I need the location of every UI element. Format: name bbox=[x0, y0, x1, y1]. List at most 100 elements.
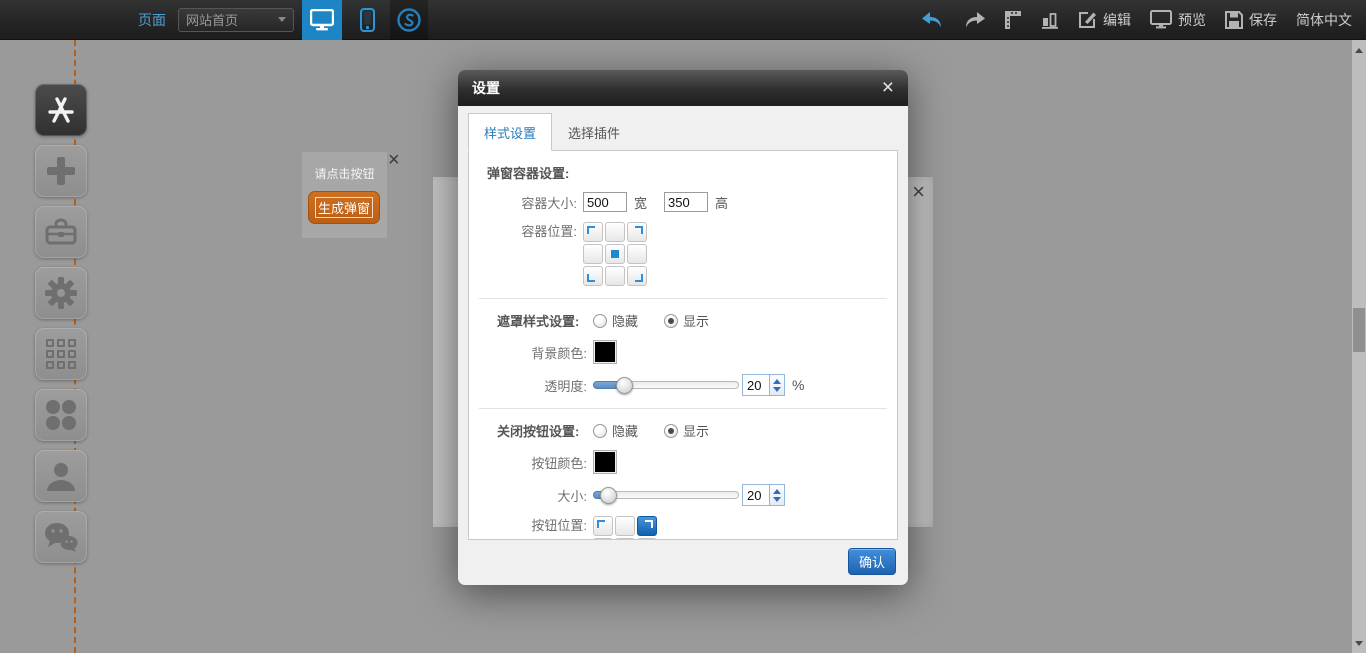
close-btn-size-slider[interactable] bbox=[593, 487, 739, 503]
save-button[interactable]: 保存 bbox=[1225, 10, 1277, 30]
slider-handle[interactable] bbox=[616, 377, 633, 394]
preview-button[interactable]: 预览 bbox=[1150, 10, 1206, 30]
sidebar-item-add[interactable] bbox=[35, 145, 87, 197]
chevron-down-icon bbox=[278, 17, 286, 22]
save-floppy-icon bbox=[1225, 11, 1243, 29]
redo-icon bbox=[963, 12, 985, 28]
position-cell-bottom-right[interactable] bbox=[627, 266, 647, 286]
mask-opacity-slider[interactable] bbox=[593, 377, 739, 393]
bar-chart-icon bbox=[1041, 11, 1059, 29]
mask-hide-radio[interactable]: 隐藏 bbox=[593, 311, 638, 330]
position-cell-top-center[interactable] bbox=[605, 222, 625, 242]
close-btn-size-value[interactable]: 20 bbox=[742, 484, 769, 506]
mask-bg-color-swatch[interactable] bbox=[593, 340, 617, 364]
sidebar-item-components[interactable] bbox=[35, 389, 87, 441]
position-cell-top-left[interactable] bbox=[583, 222, 603, 242]
scroll-up-arrow[interactable] bbox=[1352, 42, 1366, 58]
position-cell-middle-left[interactable] bbox=[583, 244, 603, 264]
triangle-down-icon bbox=[1355, 641, 1363, 646]
height-unit-label: 高 bbox=[715, 193, 728, 212]
page-select-dropdown[interactable]: 网站首页 bbox=[178, 8, 294, 32]
settings-dialog: 设置 × 样式设置 选择插件 弹窗容器设置: 容器大小: 宽 高 bbox=[458, 70, 908, 585]
generate-popup-button[interactable]: 生成弹窗 bbox=[308, 191, 380, 224]
position-cell-bottom-center[interactable] bbox=[605, 266, 625, 286]
dialog-header[interactable]: 设置 × bbox=[458, 70, 908, 106]
edit-label: 编辑 bbox=[1103, 10, 1131, 30]
sidebar-item-modules[interactable] bbox=[35, 328, 87, 380]
close-btn-position-label: 按钮位置: bbox=[479, 516, 587, 536]
container-position-grid bbox=[583, 222, 647, 286]
dialog-close-icon[interactable]: × bbox=[882, 78, 894, 98]
sidebar-item-user[interactable] bbox=[35, 450, 87, 502]
position-cell-bottom-left[interactable] bbox=[583, 266, 603, 286]
mask-show-radio[interactable]: 显示 bbox=[664, 311, 709, 330]
tab-select-plugin[interactable]: 选择插件 bbox=[552, 113, 636, 151]
desktop-view-button[interactable] bbox=[302, 0, 342, 40]
sidebar-item-design[interactable] bbox=[35, 84, 87, 136]
sidebar-item-toolbox[interactable] bbox=[35, 206, 87, 258]
design-tools-icon bbox=[44, 93, 78, 127]
spinner-arrows[interactable] bbox=[769, 374, 785, 396]
position-cell-center-selected[interactable] bbox=[605, 244, 625, 264]
radio-unchecked-icon bbox=[593, 424, 607, 438]
spinner-down-icon bbox=[773, 387, 781, 392]
top-toolbar: 页面 网站首页 bbox=[0, 0, 1366, 40]
dialog-footer: 确认 bbox=[458, 537, 908, 585]
link-circle-icon bbox=[396, 7, 422, 33]
undo-button[interactable] bbox=[922, 12, 944, 28]
radio-unchecked-icon bbox=[593, 314, 607, 328]
spinner-up-icon bbox=[773, 489, 781, 494]
section-mask-style: 遮罩样式设置: 隐藏 显示 背景颜色: bbox=[479, 298, 887, 396]
ruler-button[interactable] bbox=[1004, 10, 1022, 30]
container-height-input[interactable] bbox=[664, 192, 708, 212]
slider-handle[interactable] bbox=[600, 487, 617, 504]
scrollbar-thumb[interactable] bbox=[1353, 308, 1365, 352]
section-popup-container: 弹窗容器设置: 容器大小: 宽 高 容器位置: bbox=[469, 163, 897, 286]
tab-style-settings[interactable]: 样式设置 bbox=[468, 113, 552, 151]
dialog-title: 设置 bbox=[472, 78, 500, 98]
monitor-icon bbox=[310, 9, 334, 31]
close-btn-color-swatch[interactable] bbox=[593, 450, 617, 474]
radio-checked-icon bbox=[664, 314, 678, 328]
mask-opacity-value[interactable]: 20 bbox=[742, 374, 769, 396]
sidebar-item-settings[interactable] bbox=[35, 267, 87, 319]
spinner-arrows[interactable] bbox=[769, 484, 785, 506]
plugin-link-button[interactable] bbox=[390, 0, 428, 40]
mobile-view-button[interactable] bbox=[350, 0, 384, 40]
close-btn-color-label: 按钮颜色: bbox=[479, 453, 587, 472]
position-cell-top-right[interactable] bbox=[627, 222, 647, 242]
container-position-label: 容器位置: bbox=[469, 222, 577, 242]
widget-hint-text: 请点击按钮 bbox=[302, 165, 387, 182]
scroll-down-arrow[interactable] bbox=[1352, 635, 1366, 651]
mask-bg-color-label: 背景颜色: bbox=[479, 343, 587, 362]
user-icon bbox=[45, 461, 77, 491]
confirm-button[interactable]: 确认 bbox=[848, 548, 896, 575]
close-btn-size-label: 大小: bbox=[479, 486, 587, 505]
sidebar-item-wechat[interactable] bbox=[35, 511, 87, 563]
dialog-content: 弹窗容器设置: 容器大小: 宽 高 容器位置: bbox=[468, 151, 898, 540]
edit-button[interactable]: 编辑 bbox=[1078, 10, 1131, 30]
stats-button[interactable] bbox=[1041, 11, 1059, 29]
position-cell-top-center[interactable] bbox=[615, 516, 635, 536]
language-switcher[interactable]: 简体中文 bbox=[1296, 10, 1352, 30]
position-cell-top-left[interactable] bbox=[593, 516, 613, 536]
close-btn-size-spinner: 20 bbox=[742, 484, 785, 506]
close-btn-show-radio[interactable]: 显示 bbox=[664, 421, 709, 440]
redo-button[interactable] bbox=[963, 12, 985, 28]
position-cell-top-right-selected[interactable] bbox=[637, 516, 657, 536]
page-select-value: 网站首页 bbox=[186, 10, 238, 29]
widget-close-icon[interactable]: × bbox=[388, 150, 400, 170]
language-label: 简体中文 bbox=[1296, 10, 1352, 30]
preview-close-icon[interactable]: × bbox=[912, 179, 925, 205]
ruler-icon bbox=[1004, 10, 1022, 30]
preview-monitor-icon bbox=[1150, 10, 1172, 29]
dialog-tabs: 样式设置 选择插件 bbox=[468, 113, 898, 151]
position-cell-middle-right[interactable] bbox=[627, 244, 647, 264]
popup-trigger-widget[interactable]: 请点击按钮 生成弹窗 bbox=[302, 152, 387, 238]
save-label: 保存 bbox=[1249, 10, 1277, 30]
vertical-scrollbar[interactable] bbox=[1352, 40, 1366, 653]
container-width-input[interactable] bbox=[583, 192, 627, 212]
edit-pencil-icon bbox=[1078, 10, 1097, 29]
preview-label: 预览 bbox=[1178, 10, 1206, 30]
close-btn-hide-radio[interactable]: 隐藏 bbox=[593, 421, 638, 440]
